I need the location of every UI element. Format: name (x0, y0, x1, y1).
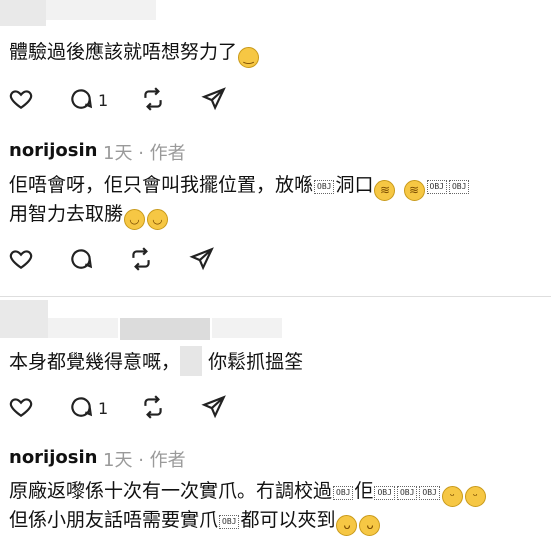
obj-placeholder: OBJ (426, 180, 447, 194)
share-button[interactable] (189, 246, 219, 276)
share-button[interactable] (201, 394, 231, 424)
meta-separator: · (138, 450, 144, 471)
repost-icon (132, 247, 150, 271)
reply-count: 1 (98, 91, 109, 110)
comment-meta: 1天 · 作者 (103, 446, 186, 472)
blurred-username (48, 318, 118, 338)
yum-emoji: ᴗ (359, 515, 381, 536)
comment-icon (71, 249, 93, 269)
comment-text: 本身都覺幾得意嘅， 你鬆抓搵筌 (9, 346, 303, 378)
smile-emoji: ◡ (124, 209, 146, 230)
repost-icon (144, 87, 162, 111)
send-icon (201, 87, 226, 111)
author-badge: 作者 (149, 143, 186, 164)
repost-button[interactable] (140, 86, 170, 116)
reply-count: 1 (98, 399, 109, 418)
send-icon (201, 395, 226, 419)
blurred-avatar-fragment (0, 0, 46, 26)
comment-meta: 1天 · 作者 (103, 139, 186, 165)
obj-placeholder: OBJ (314, 180, 335, 194)
comment-text-line-2: 用智力去取勝 ◡ ◡ (9, 199, 169, 230)
joy-emoji: ᵕ (441, 486, 463, 507)
timestamp: 1天 (103, 143, 133, 164)
share-button[interactable] (201, 86, 231, 116)
reply-button[interactable] (68, 394, 98, 424)
comment-icon (71, 397, 93, 417)
yum-emoji: ᴗ (336, 515, 358, 536)
comment-text: 體驗過後應該就唔想努力了 ‿ (9, 37, 260, 68)
blurred-mention (180, 346, 203, 376)
comment-text-line-2: 但係小朋友話唔需要實爪 OBJ 都可以夾到 ᴗ ᴗ (9, 505, 381, 536)
smile-emoji: ◡ (147, 209, 169, 230)
rofl-emoji: ≋ (374, 180, 396, 201)
obj-placeholder: OBJ (448, 180, 470, 194)
comment-text-line-1: 佢唔會呀，佢只會叫我擺位置，放喺 OBJ 洞口 ≋ ≋ OBJ OBJ (9, 170, 470, 201)
repost-button[interactable] (140, 394, 170, 424)
relieved-emoji: ‿ (238, 47, 260, 68)
obj-placeholder: OBJ (419, 486, 440, 500)
blurred-username-fragment (46, 0, 156, 20)
thread-divider (0, 296, 551, 297)
joy-emoji: ᵕ (464, 486, 486, 507)
username[interactable]: norijosin (9, 140, 97, 161)
send-icon (189, 247, 214, 271)
reply-button[interactable] (68, 246, 98, 276)
repost-button[interactable] (128, 246, 158, 276)
like-button[interactable] (8, 86, 38, 116)
obj-placeholder: OBJ (333, 486, 354, 500)
blurred-username (120, 318, 210, 340)
reply-button[interactable] (68, 86, 98, 116)
timestamp: 1天 (103, 450, 133, 471)
author-badge: 作者 (149, 450, 186, 471)
obj-placeholder: OBJ (396, 486, 418, 500)
like-button[interactable] (8, 394, 38, 424)
obj-placeholder: OBJ (219, 515, 240, 529)
rofl-emoji: ≋ (403, 180, 425, 201)
username[interactable]: norijosin (9, 447, 97, 468)
heart-icon (9, 250, 33, 269)
blurred-avatar (0, 300, 48, 338)
comment-text-line-1: 原廠返嚟係十次有一次實爪。冇調校過 OBJ 佢 OBJ OBJ OBJ ᵕ ᵕ (9, 476, 487, 507)
blurred-meta (212, 318, 282, 338)
meta-separator: · (138, 143, 144, 164)
obj-placeholder: OBJ (374, 486, 395, 500)
comment-icon (71, 89, 93, 109)
like-button[interactable] (8, 246, 38, 276)
repost-icon (144, 395, 162, 419)
heart-icon (9, 90, 33, 109)
heart-icon (9, 398, 33, 417)
